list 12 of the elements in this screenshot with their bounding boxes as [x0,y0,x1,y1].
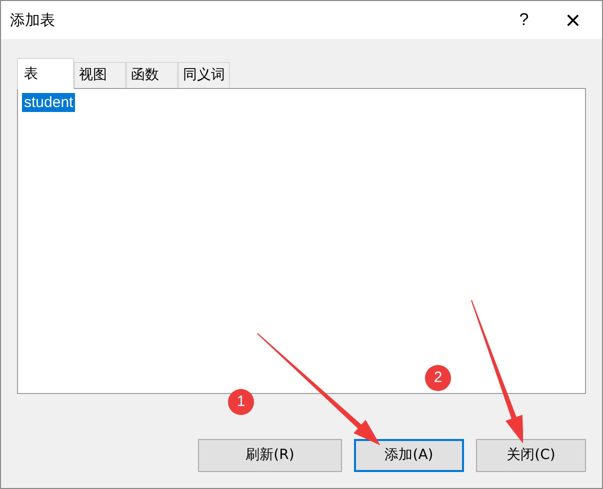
dialog-button[interactable]: 刷新(R) [198,439,342,472]
step-number-badge: 1 [228,389,254,415]
help-button[interactable]: ? [504,5,544,35]
tab[interactable]: 视图 [74,62,126,88]
close-button[interactable]: × [550,5,596,35]
dialog-button[interactable]: 关闭(C) [476,439,586,472]
dialog-button[interactable]: 添加(A) [354,439,464,472]
window-title: 添加表 [10,10,55,31]
tab[interactable]: 同义词 [178,62,230,88]
tab[interactable]: 表 [17,58,74,89]
list-item[interactable]: student [22,93,76,112]
tab[interactable]: 函数 [126,62,178,88]
